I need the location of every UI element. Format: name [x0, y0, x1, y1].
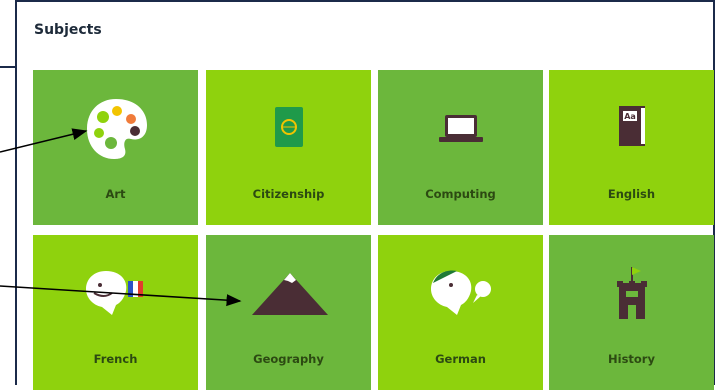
- castle-icon: [549, 253, 714, 333]
- subject-tile-french[interactable]: French: [33, 235, 198, 390]
- subject-label-english: English: [607, 187, 656, 201]
- subject-label-citizenship: Citizenship: [252, 187, 325, 201]
- german-speaker-icon: [378, 253, 543, 333]
- subject-label-german: German: [435, 352, 486, 366]
- mountain-icon: [206, 253, 371, 333]
- subject-tile-english[interactable]: Aa English: [549, 70, 714, 225]
- subject-label-geography: Geography: [253, 352, 324, 366]
- french-speaker-icon: [33, 253, 198, 333]
- laptop-icon: [378, 88, 543, 168]
- subject-tile-geography[interactable]: Geography: [206, 235, 371, 390]
- svg-text:Aa: Aa: [624, 112, 636, 121]
- subject-tile-computing[interactable]: Computing: [378, 70, 543, 225]
- palette-icon: [33, 88, 198, 168]
- subject-tile-citizenship[interactable]: Citizenship: [206, 70, 371, 225]
- subject-tile-history[interactable]: History: [549, 235, 714, 390]
- panel-title: Subjects: [34, 22, 102, 38]
- subject-tile-german[interactable]: German: [378, 235, 543, 390]
- subject-label-french: French: [93, 352, 138, 366]
- subject-tile-art[interactable]: Art: [33, 70, 198, 225]
- subject-label-computing: Computing: [425, 187, 496, 201]
- subject-label-history: History: [608, 352, 655, 366]
- passport-icon: [206, 88, 371, 168]
- book-icon: Aa: [549, 88, 714, 168]
- subject-label-art: Art: [105, 187, 126, 201]
